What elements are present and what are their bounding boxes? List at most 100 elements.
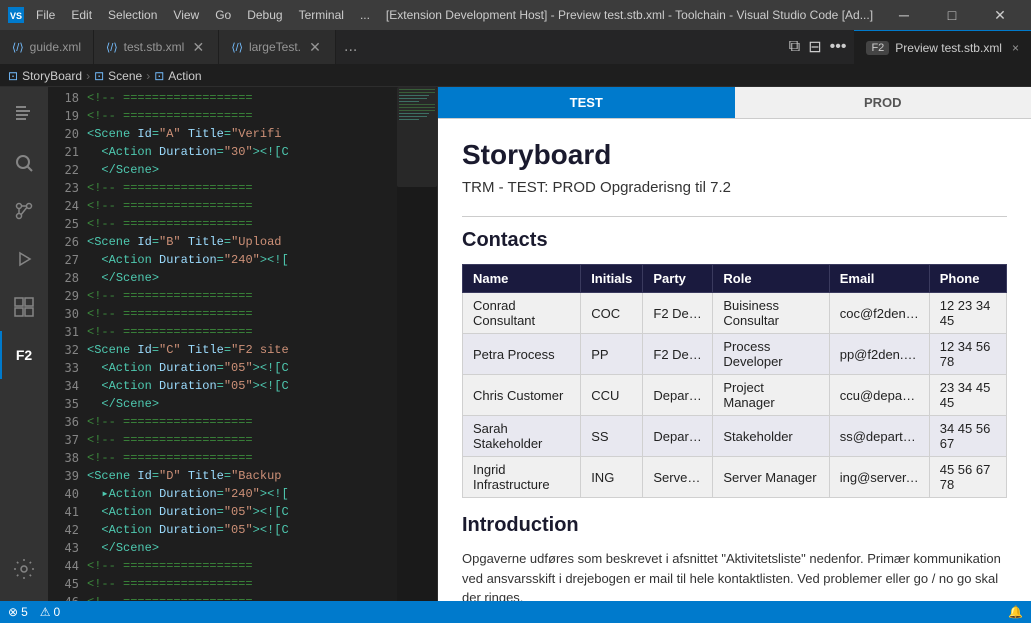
cell-role: Server Manager [713, 457, 829, 498]
menu-selection[interactable]: Selection [100, 6, 165, 24]
storyboard-subtitle: TRM - TEST: PROD Opgraderisng til 7.2 [462, 179, 1007, 196]
activity-f2[interactable]: F2 [0, 331, 48, 379]
menu-go[interactable]: Go [207, 6, 239, 24]
cell-role: Buisiness Consultar [713, 293, 829, 334]
code-editor[interactable]: 1819202122 2324252627 2829303132 3334353… [48, 87, 437, 601]
notification-bell-icon[interactable]: 🔔 [1008, 605, 1023, 619]
breadcrumb-storyboard[interactable]: StoryBoard [22, 69, 82, 83]
svg-text:VS: VS [10, 11, 22, 21]
breadcrumb-sep-1: › [86, 69, 90, 83]
line-numbers: 1819202122 2324252627 2829303132 3334353… [48, 87, 83, 601]
table-row: Chris Customer CCU Departm Project Manag… [463, 375, 1007, 416]
activity-search[interactable] [0, 139, 48, 187]
breadcrumb-icon-2: ⊡ [94, 69, 104, 83]
status-errors[interactable]: ⊗ 5 [8, 605, 28, 619]
menu-edit[interactable]: Edit [63, 6, 100, 24]
cell-name: Sarah Stakeholder [463, 416, 581, 457]
menu-more[interactable]: ... [352, 6, 378, 24]
cell-party: Departm [643, 375, 713, 416]
tab-close-button[interactable]: ✕ [190, 39, 206, 55]
tabs-overflow[interactable]: ... [336, 30, 365, 64]
tab-label: largeTest. [249, 40, 301, 54]
breadcrumb-action[interactable]: Action [168, 69, 201, 83]
activity-settings[interactable] [0, 545, 48, 593]
tab-xml-icon: ⟨/⟩ [12, 41, 24, 54]
error-icon: ⊗ [8, 605, 18, 619]
cell-name: Petra Process [463, 334, 581, 375]
statusbar-right: 🔔 [1008, 605, 1023, 619]
tab-close-large[interactable]: ✕ [307, 39, 323, 55]
cell-initials: COC [581, 293, 643, 334]
breadcrumb: ⊡ StoryBoard › ⊡ Scene › ⊡ Action [0, 65, 1031, 87]
cell-initials: PP [581, 334, 643, 375]
activity-explorer[interactable] [0, 91, 48, 139]
introduction-section-title: Introduction [462, 514, 1007, 537]
divider-1 [462, 216, 1007, 217]
minimize-button[interactable]: ─ [881, 0, 927, 30]
col-phone: Phone [929, 265, 1006, 293]
cell-initials: SS [581, 416, 643, 457]
menu-debug[interactable]: Debug [239, 6, 290, 24]
cell-role: Project Manager [713, 375, 829, 416]
more-actions-icon[interactable]: ••• [830, 38, 847, 56]
env-tab-prod[interactable]: PROD [735, 87, 1031, 118]
table-row: Conrad Consultant COC F2 Denm Buisiness … [463, 293, 1007, 334]
tab-bar: ⟨/⟩ guide.xml ⟨/⟩ test.stb.xml ✕ ⟨/⟩ lar… [0, 30, 1031, 65]
activity-debug[interactable] [0, 235, 48, 283]
vscode-icon: VS [8, 7, 24, 23]
tab-stb-icon: ⟨/⟩ [106, 41, 118, 54]
table-row: Sarah Stakeholder SS Departm Stakeholder… [463, 416, 1007, 457]
activity-bar: F2 [0, 87, 48, 601]
col-name: Name [463, 265, 581, 293]
menu-terminal[interactable]: Terminal [291, 6, 352, 24]
cell-email: ccu@department.co [829, 375, 929, 416]
col-email: Email [829, 265, 929, 293]
cell-party: F2 Denm [643, 334, 713, 375]
cell-email: pp@f2den.com [829, 334, 929, 375]
introduction-text: Opgaverne udføres som beskrevet i afsnit… [462, 549, 1007, 601]
contacts-section-title: Contacts [462, 229, 1007, 252]
cell-email: ss@department.cor [829, 416, 929, 457]
cell-name: Chris Customer [463, 375, 581, 416]
status-bar: ⊗ 5 ⚠ 0 🔔 [0, 601, 1031, 623]
cell-email: ing@server.com [829, 457, 929, 498]
tab-largetest[interactable]: ⟨/⟩ largeTest. ✕ [219, 30, 336, 64]
toggle-panel-icon[interactable]: ⊟ [808, 37, 821, 57]
preview-f2-label: F2 [866, 41, 889, 55]
contacts-table: Name Initials Party Role Email Phone Con… [462, 264, 1007, 498]
activity-extensions[interactable] [0, 283, 48, 331]
menu-view[interactable]: View [165, 6, 207, 24]
storyboard-body: Storyboard TRM - TEST: PROD Opgraderisng… [438, 119, 1031, 601]
cell-name: Conrad Consultant [463, 293, 581, 334]
tab-label: guide.xml [30, 40, 81, 54]
preview-close-button[interactable]: × [1012, 41, 1019, 55]
code-text: <!-- ================== <!-- ===========… [83, 87, 397, 601]
cell-party: Server Se [643, 457, 713, 498]
close-button[interactable]: ✕ [977, 0, 1023, 30]
tab-guide-xml[interactable]: ⟨/⟩ guide.xml [0, 30, 94, 64]
activity-source-control[interactable] [0, 187, 48, 235]
cell-phone: 12 34 56 78 [929, 334, 1006, 375]
menu-file[interactable]: File [28, 6, 63, 24]
cell-role: Stakeholder [713, 416, 829, 457]
tab-test-stb[interactable]: ⟨/⟩ test.stb.xml ✕ [94, 30, 219, 64]
cell-phone: 34 45 56 67 [929, 416, 1006, 457]
cell-phone: 45 56 67 78 [929, 457, 1006, 498]
env-tab-test[interactable]: TEST [438, 87, 735, 118]
tab-large-icon: ⟨/⟩ [231, 41, 243, 54]
cell-initials: ING [581, 457, 643, 498]
status-warnings[interactable]: ⚠ 0 [40, 605, 60, 619]
breadcrumb-sep-2: › [146, 69, 150, 83]
breadcrumb-icon: ⊡ [8, 69, 18, 83]
titlebar: VS File Edit Selection View Go Debug Ter… [0, 0, 1031, 30]
table-row: Ingrid Infrastructure ING Server Se Serv… [463, 457, 1007, 498]
breadcrumb-scene[interactable]: Scene [108, 69, 142, 83]
warning-icon: ⚠ [40, 605, 51, 619]
breadcrumb-icon-3: ⊡ [154, 69, 164, 83]
cell-initials: CCU [581, 375, 643, 416]
minimap[interactable] [397, 87, 437, 601]
split-editor-icon[interactable]: ⧉ [789, 38, 800, 56]
preview-content[interactable]: TEST PROD Storyboard TRM - TEST: PROD Op… [438, 87, 1031, 601]
restore-button[interactable]: □ [929, 0, 975, 30]
cell-party: Departm [643, 416, 713, 457]
